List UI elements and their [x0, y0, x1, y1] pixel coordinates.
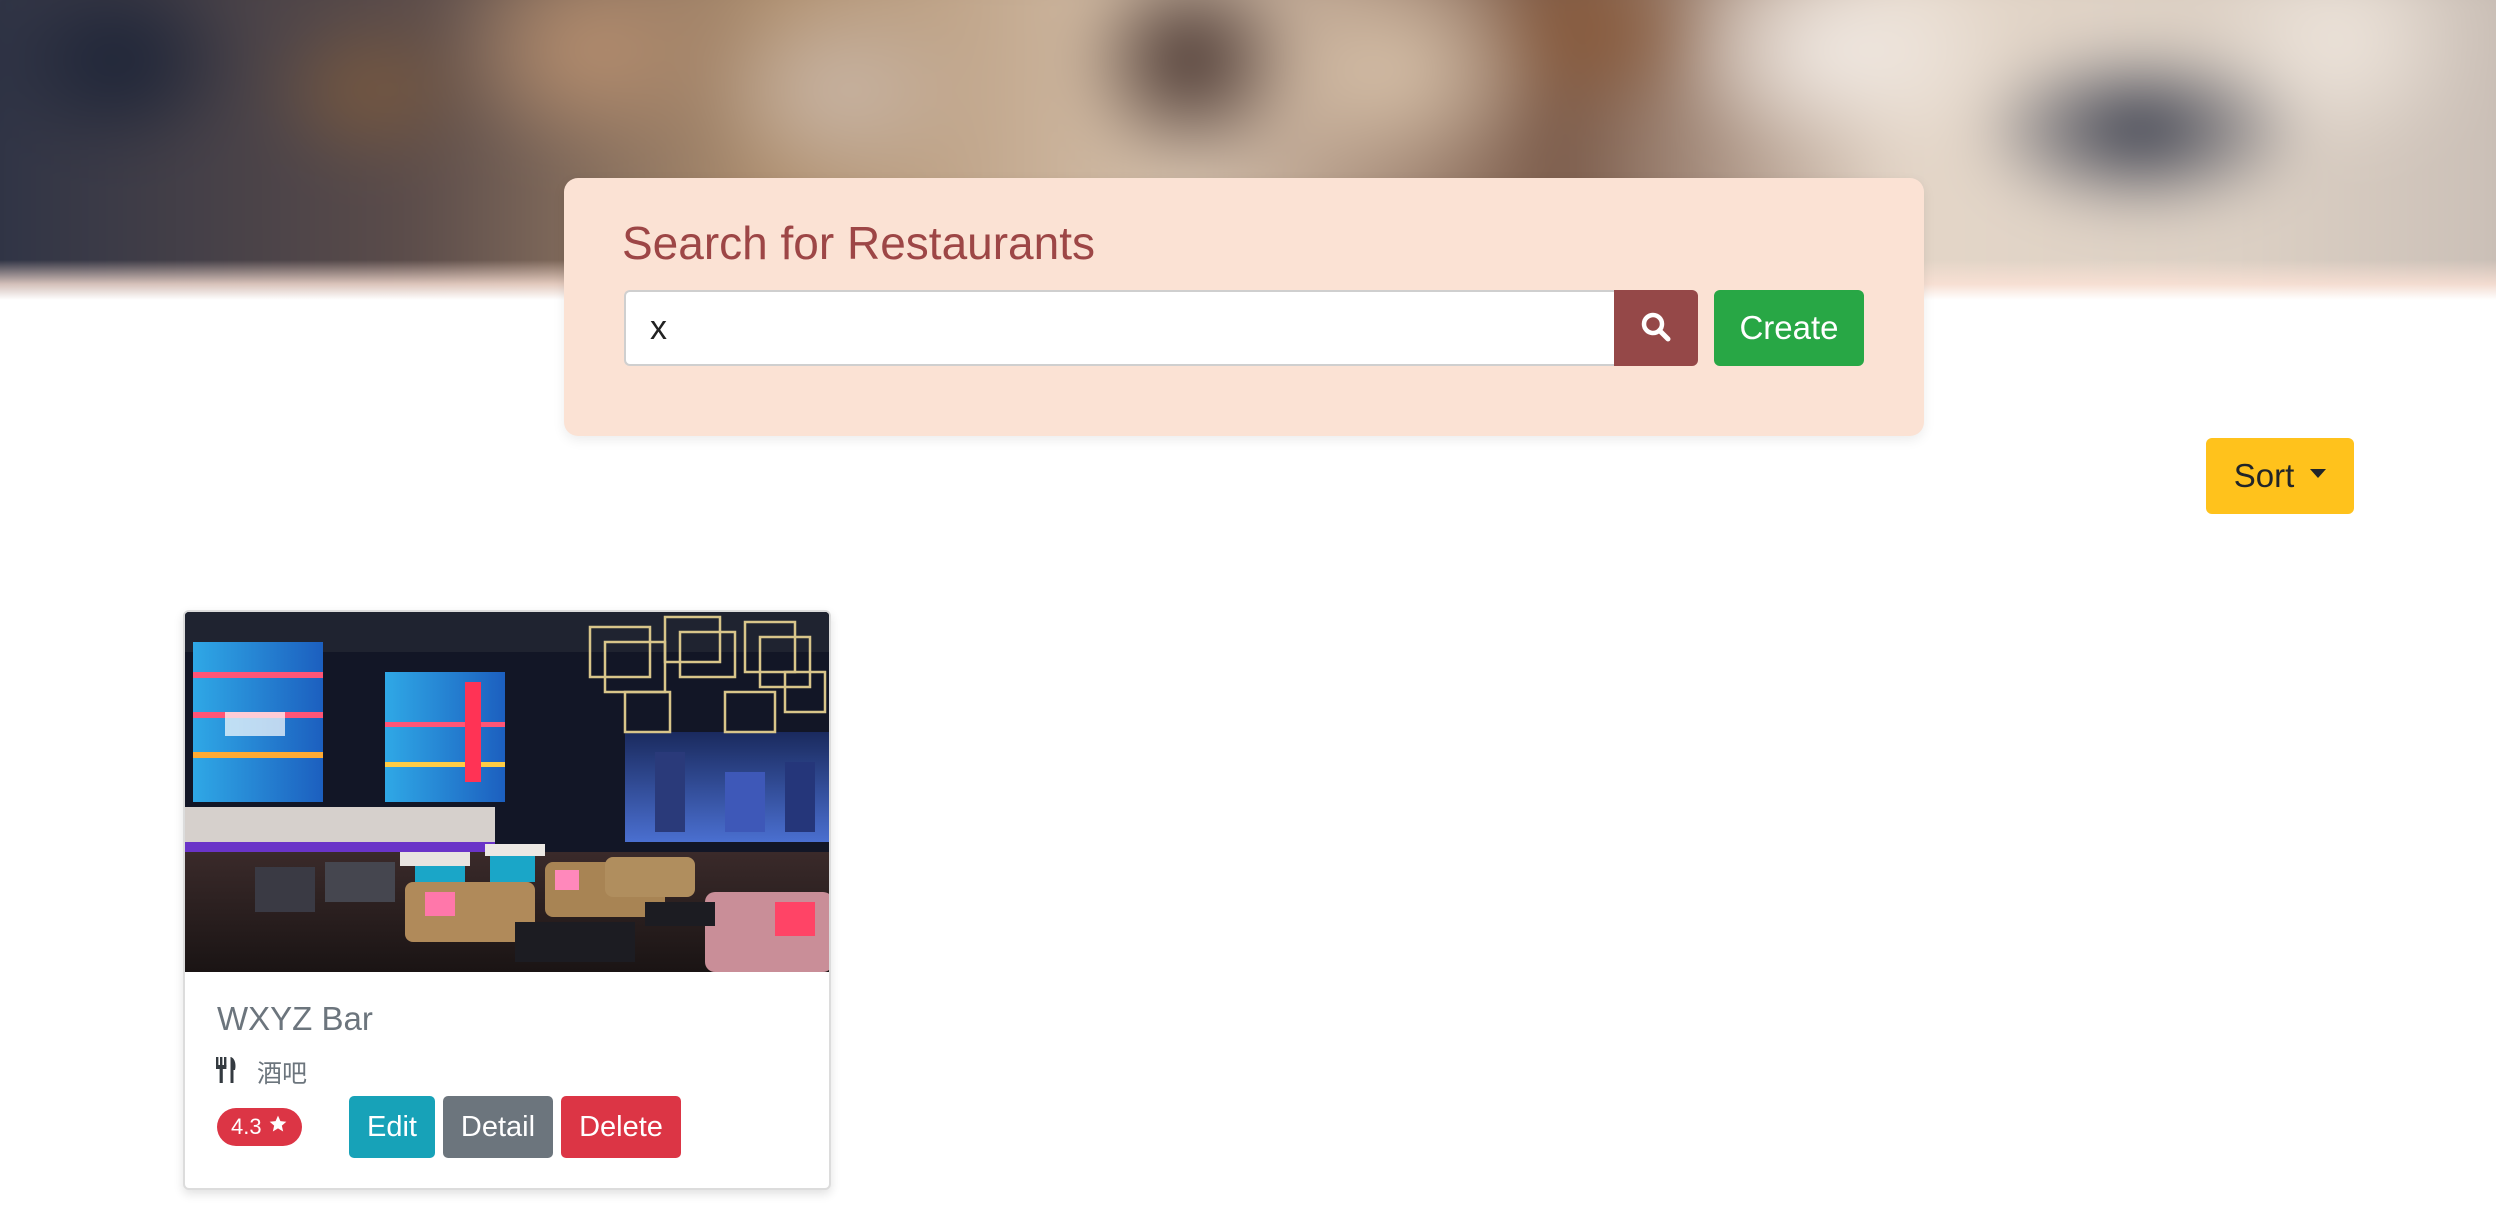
restaurant-card: WXYZ Bar 酒吧 4.3 Edit Detail Delete [183, 610, 831, 1190]
caret-down-icon [2310, 468, 2327, 478]
star-icon [268, 1114, 288, 1140]
delete-button[interactable]: Delete [561, 1096, 681, 1158]
restaurant-category: 酒吧 [257, 1059, 308, 1088]
detail-button[interactable]: Detail [443, 1096, 553, 1158]
create-button[interactable]: Create [1714, 290, 1864, 366]
restaurant-photo [185, 612, 829, 972]
sort-label: Sort [2233, 457, 2295, 494]
rating-value: 4.3 [231, 1114, 262, 1139]
sort-dropdown-button[interactable]: Sort [2206, 438, 2354, 514]
search-title: Search for Restaurants [622, 217, 1096, 269]
search-icon [1640, 311, 1672, 346]
search-input[interactable] [624, 290, 1616, 366]
utensils-icon [215, 1056, 237, 1088]
search-panel: Search for Restaurants Create [564, 178, 1924, 436]
category-row: 酒吧 [215, 1054, 307, 1090]
restaurant-name: WXYZ Bar [217, 1000, 373, 1037]
rating-badge: 4.3 [217, 1108, 302, 1146]
edit-button[interactable]: Edit [349, 1096, 435, 1158]
search-button[interactable] [1614, 290, 1698, 366]
